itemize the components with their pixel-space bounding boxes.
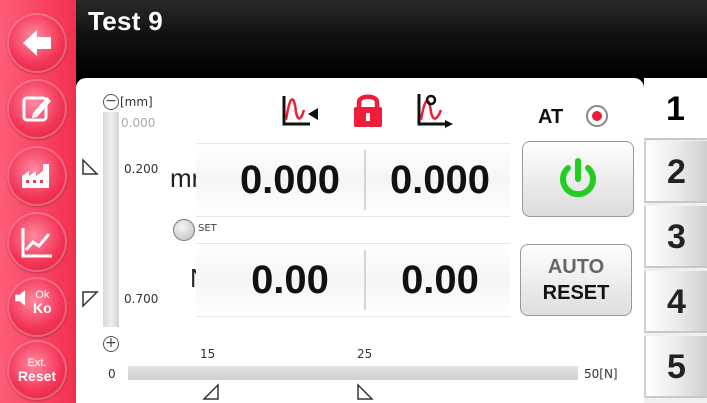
distance-readout: 0.000 0.000 [196, 143, 510, 217]
at-indicator-led[interactable] [586, 105, 608, 127]
tab-strip: 1 2 3 4 5 [644, 78, 707, 403]
upper-limit-value: 0.200 [124, 162, 159, 176]
force-value-2: 0.00 [401, 257, 479, 302]
speaker-icon [15, 290, 26, 306]
curve-left-icon[interactable] [280, 90, 320, 130]
factory-button[interactable] [7, 146, 67, 206]
distance-value-2: 0.000 [389, 157, 491, 202]
vertical-top-value: 0.000 [121, 116, 156, 130]
horizontal-marker2-value: 25 [357, 347, 373, 361]
auto-reset-button[interactable]: AUTO RESET [520, 244, 632, 316]
back-button[interactable] [7, 13, 67, 73]
set-label: SET [198, 223, 217, 234]
auto-label: AUTO [547, 256, 605, 278]
sidebar: Ok Ko Ext. Reset [0, 0, 76, 403]
vertical-scale-bar [103, 112, 119, 327]
zoom-in-button[interactable]: + [103, 336, 119, 352]
factory-icon [22, 164, 49, 188]
edit-button[interactable] [7, 79, 67, 139]
ok-ko-button[interactable]: Ok Ko [7, 277, 67, 337]
tab-1[interactable]: 1 [644, 78, 707, 140]
lower-limit-value: 0.700 [124, 292, 159, 306]
title-bar: Test 9 [0, 0, 707, 78]
reset-label: RESET [542, 282, 610, 304]
set-button[interactable] [173, 219, 195, 241]
at-label: AT [538, 106, 564, 128]
power-button[interactable] [522, 141, 634, 217]
horizontal-end-value: 50[N] [584, 367, 618, 381]
line-chart-icon [21, 228, 52, 258]
tab-3[interactable]: 3 [644, 206, 707, 268]
tab-4[interactable]: 4 [644, 271, 707, 333]
ko-label: Ko [33, 300, 52, 316]
graph-button[interactable] [7, 212, 67, 272]
vertical-unit-label: [mm] [120, 95, 153, 109]
edit-icon [22, 96, 51, 122]
upper-limit-marker[interactable] [81, 158, 99, 176]
horizontal-scale-bar [128, 366, 578, 380]
distance-value-1: 0.000 [239, 157, 341, 202]
curve-right-icon[interactable] [415, 90, 455, 130]
lock-icon[interactable] [348, 90, 388, 130]
tab-2[interactable]: 2 [644, 141, 707, 203]
horizontal-start-value: 0 [108, 367, 116, 381]
reset-label: Reset [17, 368, 57, 384]
horizontal-marker1-value: 15 [200, 347, 216, 361]
arrow-left-icon [23, 30, 51, 56]
force-min-marker[interactable] [202, 383, 220, 401]
page-title: Test 9 [88, 6, 164, 36]
ext-reset-button[interactable]: Ext. Reset [7, 340, 67, 400]
force-max-marker[interactable] [356, 383, 374, 401]
zoom-out-button[interactable]: − [103, 94, 119, 110]
force-value-1: 0.00 [251, 257, 329, 302]
lower-limit-marker[interactable] [81, 290, 99, 308]
power-icon [560, 158, 596, 198]
tab-5[interactable]: 5 [644, 336, 707, 398]
force-readout: 0.00 0.00 [196, 243, 510, 317]
